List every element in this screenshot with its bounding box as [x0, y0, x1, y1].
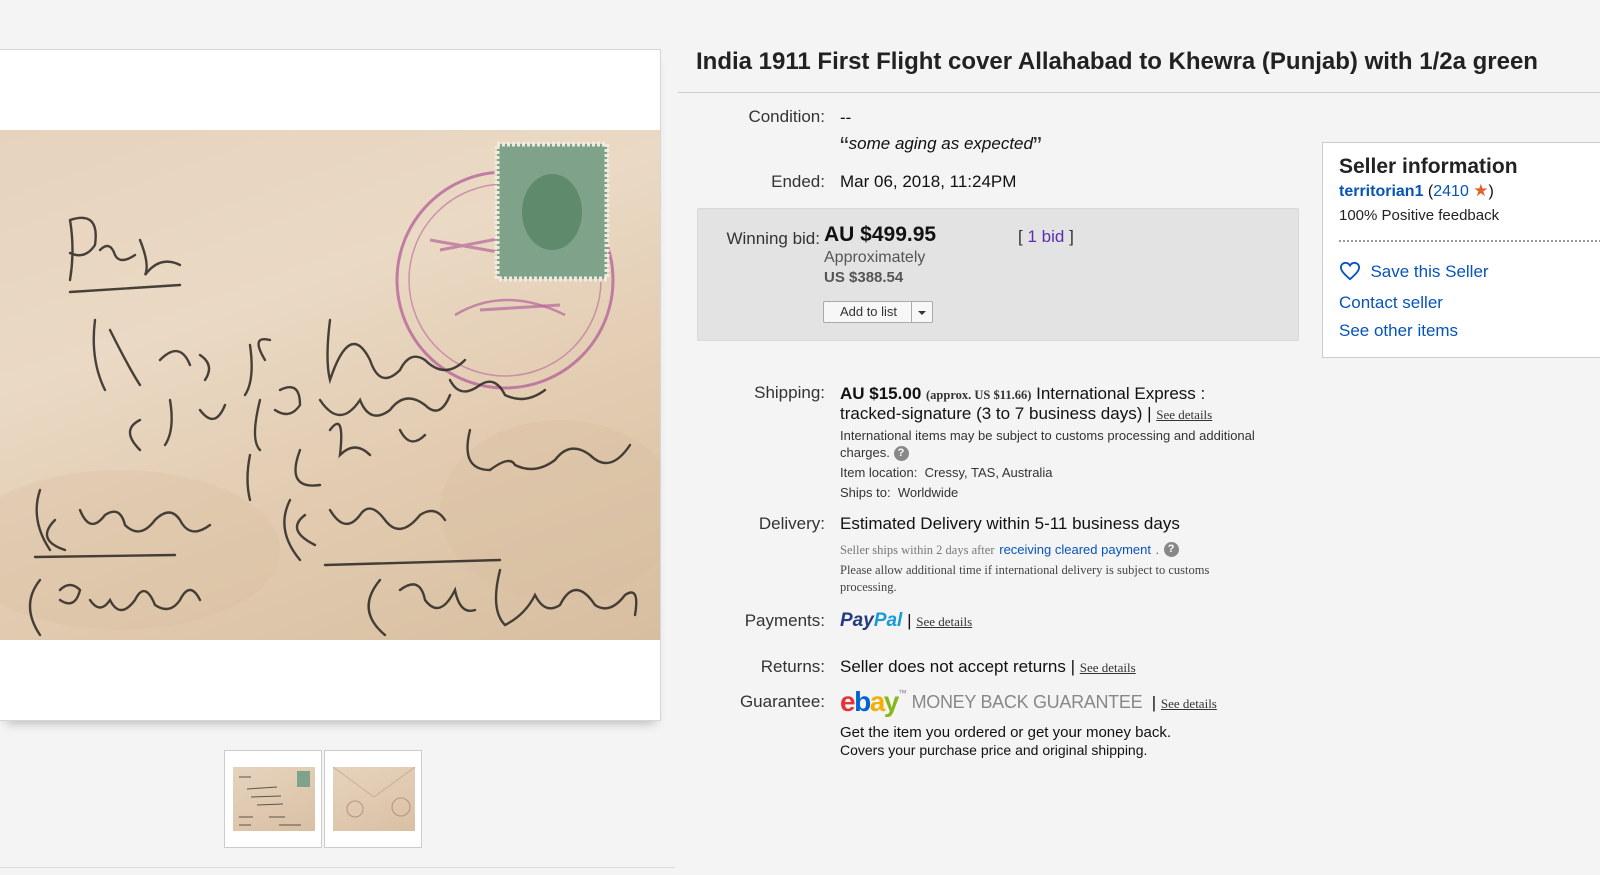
- shipping-see-details-link[interactable]: See details: [1156, 407, 1212, 422]
- ended-date: Mar 06, 2018: [840, 172, 941, 191]
- heart-icon: [1339, 261, 1361, 281]
- returns-see-details-link[interactable]: See details: [1080, 660, 1136, 675]
- item-location-value: Cressy, TAS, Australia: [924, 465, 1053, 480]
- ships-to-value: Worldwide: [897, 485, 959, 500]
- item-main-image[interactable]: [0, 130, 660, 640]
- guarantee-pipe: |: [1151, 693, 1157, 712]
- feedback-close-paren: ): [1488, 183, 1494, 200]
- approximately-label: Approximately: [824, 249, 926, 266]
- delivery-note-1: Please allow additional time if internat…: [840, 563, 1210, 577]
- seller-username-link[interactable]: territorian1: [1339, 183, 1423, 200]
- guarantee-value: ebay™ MONEY BACK GUARANTEE | See details: [840, 686, 1217, 718]
- save-seller-link[interactable]: Save this Seller: [1339, 261, 1489, 282]
- customs-note-1: International items may be subject to cu…: [840, 428, 1255, 443]
- save-seller-label: Save this Seller: [1370, 262, 1489, 281]
- shipping-line-1: AU $15.00 (approx. US $11.66) Internatio…: [840, 384, 1205, 404]
- close-quote: ”: [1032, 131, 1042, 161]
- thumbnail-2[interactable]: [324, 750, 422, 848]
- bid-bracket-open: [: [1018, 227, 1023, 246]
- item-title: India 1911 First Flight cover Allahabad …: [696, 48, 1538, 75]
- shipping-label: Shipping:: [754, 383, 825, 402]
- thumbnail-2-image: [332, 766, 416, 831]
- seller-divider: [1339, 240, 1600, 242]
- help-icon[interactable]: ?: [893, 446, 909, 462]
- item-location-label: Item location:: [840, 465, 918, 480]
- title-divider: [678, 92, 1600, 93]
- envelope-illustration: [0, 141, 660, 637]
- add-to-list-button[interactable]: Add to list: [823, 301, 933, 323]
- payments-value: PayPal | See details: [840, 610, 972, 632]
- delivery-note-2: processing.: [840, 580, 897, 594]
- condition-note: “some aging as expected”: [840, 131, 1042, 162]
- add-to-list-label: Add to list: [839, 304, 898, 319]
- shipping-pipe: |: [1147, 404, 1152, 423]
- guarantee-line-1: Get the item you ordered or get your mon…: [840, 724, 1172, 741]
- shipping-service-1: International Express :: [1036, 384, 1206, 403]
- contact-seller-link[interactable]: Contact seller: [1339, 293, 1443, 313]
- payments-pipe: |: [907, 611, 912, 630]
- paypal-logo: PayPal: [840, 610, 903, 631]
- ships-to: Ships to: Worldwide: [840, 485, 958, 500]
- bid-bracket-close: ]: [1069, 227, 1074, 246]
- star-icon: ★: [1473, 181, 1489, 200]
- ended-sep: ,: [940, 172, 945, 191]
- handling-note: Seller ships within 2 days after receivi…: [840, 539, 1179, 559]
- seller-identity: territorian1 (2410 ★): [1339, 181, 1494, 201]
- thumbnail-1[interactable]: [224, 750, 322, 848]
- ended-time: 11:24PM: [949, 172, 1017, 191]
- ended-label: Ended:: [771, 172, 825, 191]
- shipping-price: AU $15.00: [840, 384, 922, 403]
- dropdown-arrow-icon[interactable]: [911, 302, 932, 322]
- shipping-approx: (approx. US $11.66): [926, 388, 1032, 402]
- bid-count-link[interactable]: 1 bid: [1027, 227, 1064, 246]
- guarantee-see-details-link[interactable]: See details: [1161, 696, 1217, 711]
- positive-feedback: 100% Positive feedback: [1339, 207, 1500, 224]
- cleared-payment-link[interactable]: receiving cleared payment: [999, 542, 1151, 557]
- ebay-tm: ™: [897, 688, 907, 698]
- returns-pipe: |: [1070, 657, 1076, 676]
- guarantee-line-2: Covers your purchase price and original …: [840, 742, 1148, 758]
- thumbnail-1-image: [233, 767, 315, 831]
- ebay-logo: ebay: [840, 686, 899, 717]
- winning-bid-price: AU $499.95: [824, 223, 937, 246]
- condition-value: --: [840, 108, 852, 127]
- delivery-label: Delivery:: [758, 514, 825, 533]
- help-icon[interactable]: ?: [1163, 542, 1179, 558]
- guarantee-label: Guarantee:: [739, 692, 825, 711]
- main-image-panel[interactable]: [0, 49, 661, 721]
- item-location: Item location: Cressy, TAS, Australia: [840, 465, 1052, 480]
- delivery-estimate: Estimated Delivery within 5-11 business …: [840, 514, 1180, 533]
- seller-information-panel: Seller information territorian1 (2410 ★)…: [1322, 142, 1600, 358]
- payments-see-details-link[interactable]: See details: [916, 614, 972, 629]
- customs-note-2-text: charges.: [840, 445, 890, 460]
- ended-value: Mar 06, 2018, 11:24PM: [840, 172, 1016, 192]
- shipping-line-2: tracked-signature (3 to 7 business days)…: [840, 404, 1212, 424]
- ships-to-label: Ships to:: [840, 485, 891, 500]
- condition-label: Condition:: [748, 107, 825, 126]
- feedback-score-link[interactable]: 2410: [1433, 183, 1469, 200]
- returns-text: Seller does not accept returns: [840, 657, 1066, 676]
- money-back-guarantee: MONEY BACK GUARANTEE: [911, 692, 1143, 712]
- handling-prefix: Seller ships within 2 days after: [840, 543, 995, 557]
- see-other-items-link[interactable]: See other items: [1339, 321, 1458, 341]
- open-quote: “: [840, 131, 849, 161]
- usd-price: US $388.54: [824, 269, 904, 286]
- condition-note-text: some aging as expected: [848, 134, 1033, 153]
- winning-bid-box: Winning bid: AU $499.95 Approximately US…: [697, 208, 1299, 341]
- returns-value: Seller does not accept returns | See det…: [840, 657, 1136, 677]
- shipping-service-2: tracked-signature (3 to 7 business days): [840, 404, 1143, 423]
- bid-count: [ 1 bid ]: [1018, 227, 1074, 247]
- payments-label: Payments:: [744, 611, 825, 630]
- seller-heading: Seller information: [1339, 155, 1518, 178]
- winning-bid-label: Winning bid:: [726, 229, 820, 248]
- customs-note-2: charges. ?: [840, 445, 909, 462]
- returns-label: Returns:: [760, 657, 825, 676]
- handling-suffix: .: [1155, 543, 1159, 557]
- bottom-divider: [0, 867, 675, 868]
